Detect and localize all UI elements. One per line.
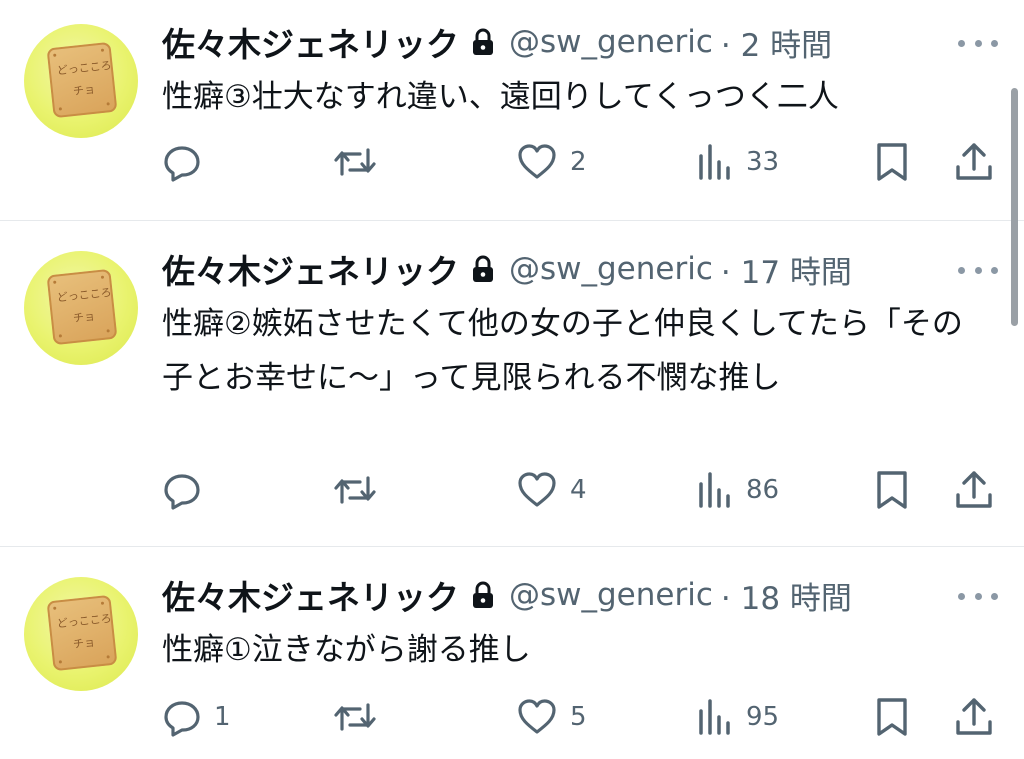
tweet-3[interactable]: どっこころ チョ 佐々木ジェネリック @sw_generic · 18 時間 性…: [0, 547, 1024, 759]
avatar-cookie-image: どっこころ チョ: [46, 594, 118, 672]
reply-button[interactable]: 1: [162, 695, 231, 739]
display-name[interactable]: 佐々木ジェネリック: [162, 571, 459, 619]
bookmark-icon: [874, 696, 910, 738]
action-bar: 4 86: [162, 468, 1002, 512]
retweet-icon: [332, 142, 378, 182]
view-count: 33: [746, 147, 780, 177]
avatar-text-2: チョ: [72, 309, 96, 325]
avatar-text-2: チョ: [72, 82, 96, 98]
like-button[interactable]: 4: [516, 468, 587, 512]
views-chart-icon: [696, 697, 734, 737]
like-count: 4: [570, 475, 587, 505]
share-button[interactable]: [954, 468, 994, 512]
timestamp[interactable]: · 2 時間: [721, 20, 832, 65]
tweet-text: 性癖②嫉妬させたくて他の女の子と仲良くしてたら「その子とお幸せに〜」って見限られ…: [162, 306, 963, 396]
avatar-text-2: チョ: [72, 635, 96, 651]
tweet-2[interactable]: どっこころ チョ 佐々木ジェネリック @sw_generic · 17 時間 性…: [0, 221, 1024, 546]
like-count: 5: [570, 702, 587, 732]
reply-button[interactable]: [162, 468, 214, 512]
retweet-button[interactable]: [332, 468, 378, 512]
share-icon: [954, 469, 994, 511]
avatar[interactable]: どっこころ チョ: [24, 577, 138, 691]
avatar-cookie-image: どっこころ チョ: [46, 268, 118, 346]
share-button[interactable]: [954, 695, 994, 739]
action-bar: 2 33: [162, 140, 1002, 184]
reply-count: 1: [214, 702, 231, 732]
action-bar: 1 5 95: [162, 695, 1002, 739]
avatar-cookie-image: どっこころ チョ: [46, 41, 118, 119]
lock-icon: [471, 581, 495, 609]
lock-icon: [471, 255, 495, 283]
user-handle[interactable]: @sw_generic: [509, 577, 713, 613]
timestamp[interactable]: · 17 時間: [721, 247, 852, 292]
view-count: 95: [746, 702, 780, 732]
bookmark-icon: [874, 469, 910, 511]
retweet-button[interactable]: [332, 695, 378, 739]
retweet-icon: [332, 697, 378, 737]
avatar-text-1: どっこころ: [56, 58, 113, 78]
like-button[interactable]: 2: [516, 140, 587, 184]
share-icon: [954, 696, 994, 738]
timestamp[interactable]: · 18 時間: [721, 573, 852, 618]
reply-icon: [162, 470, 202, 510]
like-button[interactable]: 5: [516, 695, 587, 739]
bookmark-button[interactable]: [874, 468, 910, 512]
reply-icon: [162, 697, 202, 737]
avatar-text-1: どっこころ: [56, 285, 113, 305]
views-chart-icon: [696, 470, 734, 510]
bookmark-button[interactable]: [874, 140, 910, 184]
more-dots-icon[interactable]: [958, 263, 998, 277]
scrollbar[interactable]: [1011, 88, 1018, 326]
avatar-text-1: どっこころ: [56, 611, 113, 631]
lock-icon: [471, 28, 495, 56]
display-name[interactable]: 佐々木ジェネリック: [162, 18, 459, 66]
avatar[interactable]: どっこころ チョ: [24, 251, 138, 365]
retweet-icon: [332, 470, 378, 510]
user-handle[interactable]: @sw_generic: [509, 24, 713, 60]
bookmark-button[interactable]: [874, 695, 910, 739]
more-dots-icon[interactable]: [958, 589, 998, 603]
heart-icon: [516, 470, 558, 510]
views-button[interactable]: 95: [696, 695, 779, 739]
tweet-header: 佐々木ジェネリック @sw_generic · 2 時間: [162, 18, 832, 66]
retweet-button[interactable]: [332, 140, 378, 184]
share-button[interactable]: [954, 140, 994, 184]
tweet-text: 性癖③壮大なすれ違い、遠回りしてくっつく二人: [162, 79, 839, 115]
heart-icon: [516, 697, 558, 737]
view-count: 86: [746, 475, 780, 505]
like-count: 2: [570, 147, 587, 177]
views-button[interactable]: 86: [696, 468, 779, 512]
bookmark-icon: [874, 141, 910, 183]
reply-button[interactable]: [162, 140, 214, 184]
views-chart-icon: [696, 142, 734, 182]
more-dots-icon[interactable]: [958, 36, 998, 50]
tweet-header: 佐々木ジェネリック @sw_generic · 17 時間: [162, 245, 852, 293]
reply-icon: [162, 142, 202, 182]
avatar[interactable]: どっこころ チョ: [24, 24, 138, 138]
tweet-header: 佐々木ジェネリック @sw_generic · 18 時間: [162, 571, 852, 619]
display-name[interactable]: 佐々木ジェネリック: [162, 245, 459, 293]
tweet-text: 性癖①泣きながら謝る推し: [162, 632, 531, 668]
heart-icon: [516, 142, 558, 182]
views-button[interactable]: 33: [696, 140, 779, 184]
user-handle[interactable]: @sw_generic: [509, 251, 713, 287]
share-icon: [954, 141, 994, 183]
tweet-1[interactable]: どっこころ チョ 佐々木ジェネリック @sw_generic · 2 時間 性癖…: [0, 0, 1024, 220]
